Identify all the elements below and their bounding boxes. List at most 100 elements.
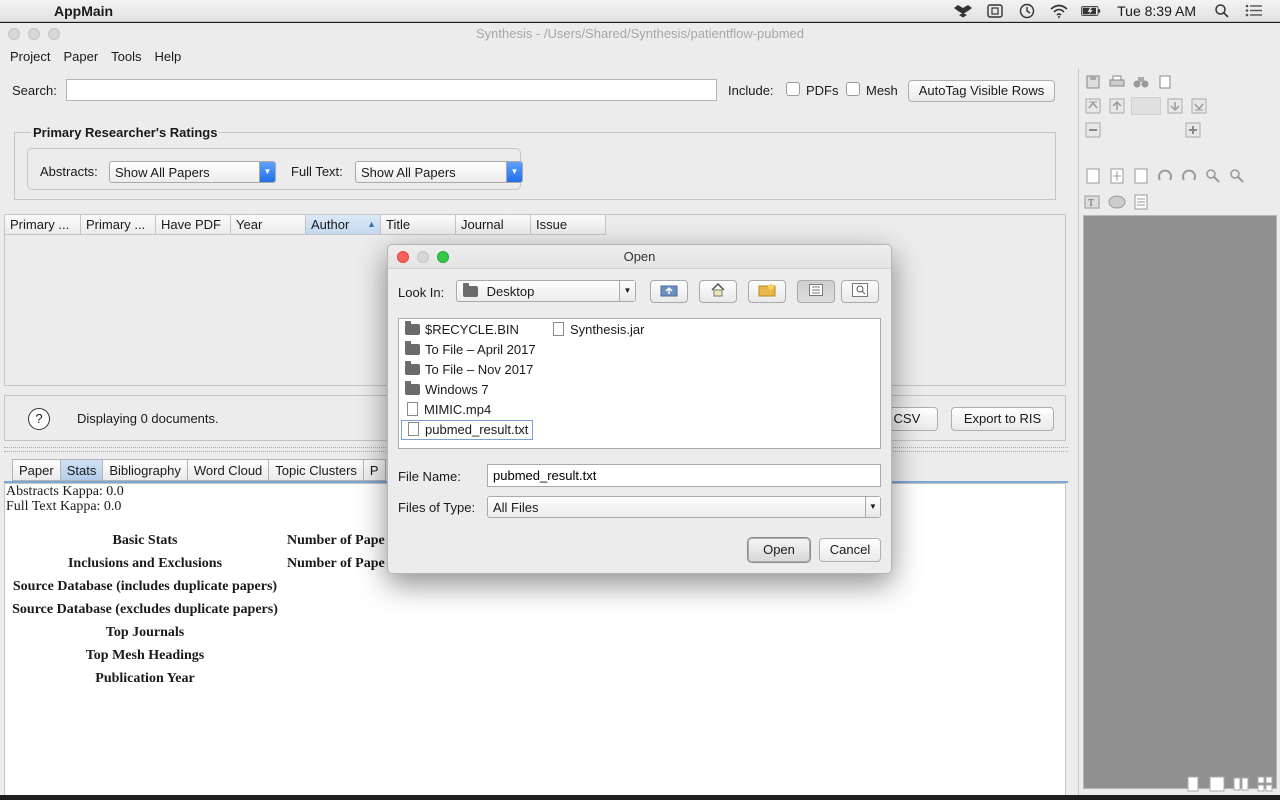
column-header-author[interactable]: Author ▲ [306, 215, 381, 235]
zoom-window-button[interactable] [48, 28, 60, 40]
dropbox-icon[interactable] [953, 3, 973, 19]
open-button[interactable]: Open [748, 538, 810, 562]
list-item[interactable]: To File – April 2017 [401, 340, 540, 360]
tab-word-cloud[interactable]: Word Cloud [187, 459, 270, 481]
battery-icon[interactable] [1081, 3, 1101, 19]
stat-top-journals[interactable]: Top Journals [5, 625, 285, 641]
viewer-toolbar-view [1083, 167, 1247, 185]
column-header-primary-2[interactable]: Primary ... [81, 215, 156, 235]
file-icon [407, 402, 418, 416]
fit-width-icon[interactable] [1131, 167, 1151, 185]
menu-help[interactable]: Help [155, 49, 182, 64]
new-folder-button[interactable] [748, 280, 786, 303]
magnify-icon[interactable] [1203, 167, 1223, 185]
minimize-window-button[interactable] [28, 28, 40, 40]
pdfs-checkbox[interactable] [786, 82, 800, 96]
magnify-area-icon[interactable] [1227, 167, 1247, 185]
list-view-button[interactable] [797, 280, 835, 303]
stat-basic-stats[interactable]: Basic Stats [5, 533, 285, 549]
file-type-select[interactable]: All Files ▼ [487, 496, 881, 518]
list-item[interactable]: To File – Nov 2017 [401, 360, 537, 380]
tab-paper[interactable]: Paper [12, 459, 61, 481]
column-header-issue[interactable]: Issue [531, 215, 606, 235]
window-title-bar[interactable]: Synthesis - /Users/Shared/Synthesis/pati… [0, 23, 1280, 45]
stat-inclusions-exclusions[interactable]: Inclusions and Exclusions [5, 556, 285, 572]
fulltext-filter-select[interactable]: Show All Papers ▼ [355, 161, 523, 183]
facing-layout-icon[interactable] [1231, 775, 1251, 793]
tab-stats[interactable]: Stats [60, 459, 104, 481]
previous-page-icon[interactable] [1107, 97, 1127, 115]
menubar-clock[interactable]: Tue 8:39 AM [1117, 3, 1196, 19]
zoom-in-icon[interactable] [1183, 121, 1203, 139]
tab-bibliography[interactable]: Bibliography [103, 459, 188, 481]
spotlight-search-icon[interactable] [1212, 3, 1232, 19]
export-ris-button[interactable]: Export to RIS [951, 407, 1054, 431]
look-in-select[interactable]: Desktop ▼ [456, 280, 636, 302]
column-header-have-pdf[interactable]: Have PDF [156, 215, 231, 235]
menu-tools[interactable]: Tools [111, 49, 141, 64]
dialog-minimize-button[interactable] [417, 251, 429, 263]
stat-source-db-excl-dupes[interactable]: Source Database (excludes duplicate pape… [5, 602, 285, 618]
column-header-year[interactable]: Year [231, 215, 306, 235]
pdf-viewer-canvas[interactable] [1083, 215, 1277, 789]
screen-capture-icon[interactable] [985, 3, 1005, 19]
column-header-title[interactable]: Title [381, 215, 456, 235]
window-bottom-edge [0, 795, 1280, 800]
help-icon[interactable]: ? [28, 408, 50, 430]
last-page-icon[interactable] [1189, 97, 1209, 115]
column-header-journal[interactable]: Journal [456, 215, 531, 235]
menu-project[interactable]: Project [10, 49, 50, 64]
continuous-facing-layout-icon[interactable] [1255, 775, 1275, 793]
file-name-input[interactable] [487, 464, 881, 487]
mesh-checkbox-label[interactable]: Mesh [866, 83, 898, 98]
pdfs-checkbox-label[interactable]: PDFs [806, 83, 839, 98]
document-properties-icon[interactable] [1155, 73, 1175, 91]
details-view-button[interactable] [841, 280, 879, 303]
list-item-selected[interactable]: pubmed_result.txt [401, 420, 534, 440]
stat-publication-year[interactable]: Publication Year [5, 671, 285, 687]
list-item[interactable]: Windows 7 [401, 380, 493, 400]
first-page-icon[interactable] [1083, 97, 1103, 115]
text-select-icon[interactable]: T [1083, 193, 1103, 211]
dialog-title-bar[interactable]: Open [388, 245, 891, 269]
page-view-icon[interactable] [1131, 193, 1151, 211]
rotate-left-icon[interactable] [1155, 167, 1175, 185]
abstracts-filter-select[interactable]: Show All Papers ▼ [109, 161, 276, 183]
menu-paper[interactable]: Paper [63, 49, 98, 64]
mesh-checkbox[interactable] [846, 82, 860, 96]
tab-topic-clusters[interactable]: Topic Clusters [269, 459, 364, 481]
page-number-field[interactable] [1131, 97, 1161, 115]
single-page-layout-icon[interactable] [1183, 775, 1203, 793]
close-window-button[interactable] [8, 28, 20, 40]
list-item[interactable]: Synthesis.jar [547, 320, 648, 340]
dialog-close-button[interactable] [397, 251, 409, 263]
next-page-icon[interactable] [1165, 97, 1185, 115]
list-item[interactable]: $RECYCLE.BIN [401, 320, 523, 340]
annotation-icon[interactable] [1107, 193, 1127, 211]
tab-more[interactable]: P [363, 459, 386, 481]
column-header-primary-1[interactable]: Primary ... [5, 215, 81, 235]
fit-page-icon[interactable] [1107, 167, 1127, 185]
search-input[interactable] [66, 79, 717, 101]
time-machine-icon[interactable] [1017, 3, 1037, 19]
stat-top-mesh-headings[interactable]: Top Mesh Headings [5, 648, 285, 664]
continuous-layout-icon[interactable] [1207, 775, 1227, 793]
find-icon[interactable] [1131, 73, 1151, 91]
app-menu-name[interactable]: AppMain [54, 3, 113, 19]
list-item[interactable]: MIMIC.mp4 [401, 400, 495, 420]
dialog-zoom-button[interactable] [437, 251, 449, 263]
rotate-right-icon[interactable] [1179, 167, 1199, 185]
up-one-level-button[interactable] [650, 280, 688, 303]
wifi-icon[interactable] [1049, 3, 1069, 19]
notification-center-icon[interactable] [1244, 3, 1264, 19]
cancel-button[interactable]: Cancel [819, 538, 881, 562]
actual-size-icon[interactable] [1083, 167, 1103, 185]
stat-source-db-incl-dupes[interactable]: Source Database (includes duplicate pape… [5, 579, 285, 595]
save-icon[interactable] [1083, 73, 1103, 91]
home-button[interactable] [699, 280, 737, 303]
zoom-out-icon[interactable] [1083, 121, 1103, 139]
print-icon[interactable] [1107, 73, 1127, 91]
chevron-down-icon: ▼ [619, 281, 635, 301]
autotag-visible-rows-button[interactable]: AutoTag Visible Rows [908, 80, 1055, 102]
list-item-label: $RECYCLE.BIN [425, 322, 519, 337]
